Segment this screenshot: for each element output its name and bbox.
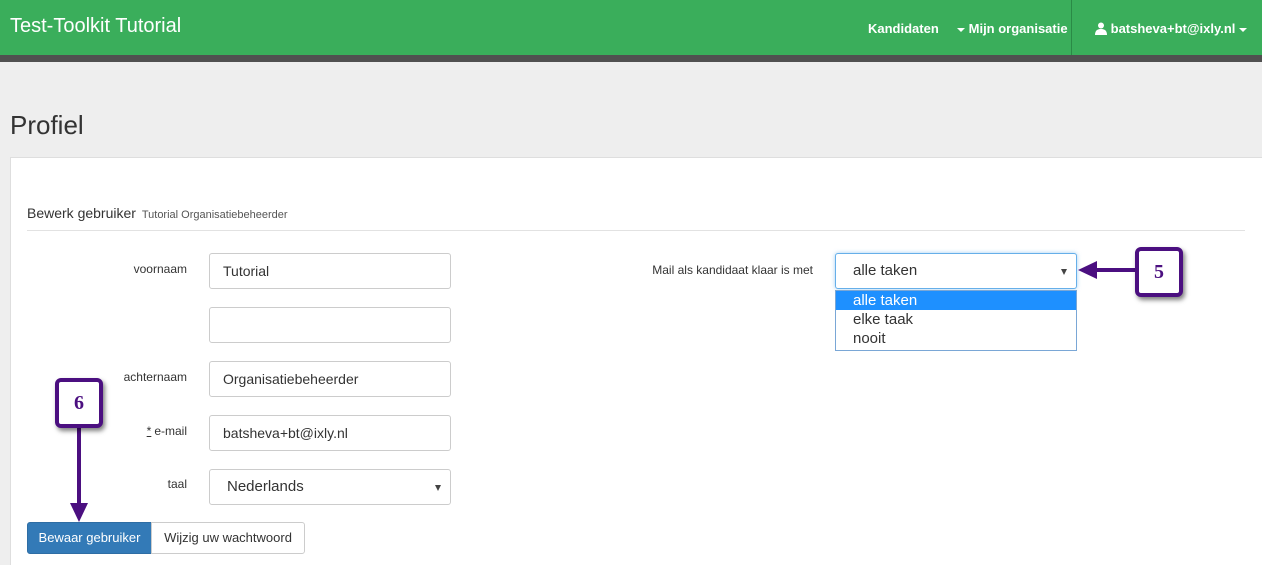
- section-title: Bewerk gebruiker Tutorial Organisatiebeh…: [27, 205, 288, 221]
- nav-link-candidates[interactable]: Kandidaten: [868, 21, 939, 36]
- email-input[interactable]: [209, 415, 451, 451]
- navbar-strip: [0, 55, 1262, 62]
- user-icon: [1095, 22, 1107, 35]
- mail-when-done-select[interactable]: alle taken: [835, 253, 1077, 289]
- annotation-badge-5: 5: [1135, 247, 1183, 297]
- dropdown-option-all-tasks[interactable]: alle taken: [836, 291, 1076, 310]
- caret-down-icon: [1239, 27, 1248, 32]
- nav-user-menu[interactable]: batsheva+bt@ixly.nl: [1095, 21, 1248, 36]
- navbar: Test-Toolkit Tutorial Kandidaten Mijn or…: [0, 0, 1262, 55]
- language-select-value: Nederlands: [227, 478, 304, 495]
- dropdown-option-never[interactable]: nooit: [836, 329, 1076, 348]
- annotation-badge-6: 6: [55, 378, 103, 428]
- first-name-input[interactable]: [209, 253, 451, 289]
- brand-title[interactable]: Test-Toolkit Tutorial: [10, 15, 181, 38]
- select-arrow-icon: [435, 485, 441, 491]
- dropdown-option-each-task[interactable]: elke taak: [836, 310, 1076, 329]
- mail-when-done-select-value: alle taken: [853, 262, 918, 279]
- nav-link-my-organization-label: Mijn organisatie: [968, 21, 1068, 36]
- section-divider: [27, 230, 1245, 231]
- save-user-button[interactable]: Bewaar gebruiker: [27, 522, 152, 554]
- language-select[interactable]: Nederlands: [209, 469, 451, 505]
- select-arrow-icon: [1061, 269, 1067, 275]
- change-password-button[interactable]: Wijzig uw wachtwoord: [151, 522, 305, 554]
- nav-divider: [1071, 0, 1072, 55]
- section-subtitle: Tutorial Organisatiebeheerder: [141, 209, 288, 221]
- required-mark: *: [146, 424, 152, 438]
- mail-when-done-dropdown: alle taken elke taak nooit: [835, 290, 1077, 351]
- last-name-label: achternaam: [123, 370, 187, 384]
- first-name-label: voornaam: [133, 262, 187, 276]
- email-label-text: e-mail: [154, 424, 187, 438]
- caret-down-icon: [957, 27, 965, 32]
- mail-when-done-label: Mail als kandidaat klaar is met: [652, 263, 813, 277]
- email-label: * e-mail: [100, 424, 187, 438]
- nav-link-my-organization[interactable]: Mijn organisatie: [957, 21, 1068, 36]
- nav-user-email: batsheva+bt@ixly.nl: [1110, 21, 1236, 36]
- section-title-text: Bewerk gebruiker: [27, 205, 136, 221]
- page-title: Profiel: [10, 110, 84, 140]
- middle-name-input[interactable]: [209, 307, 451, 343]
- last-name-input[interactable]: [209, 361, 451, 397]
- language-label: taal: [167, 477, 187, 491]
